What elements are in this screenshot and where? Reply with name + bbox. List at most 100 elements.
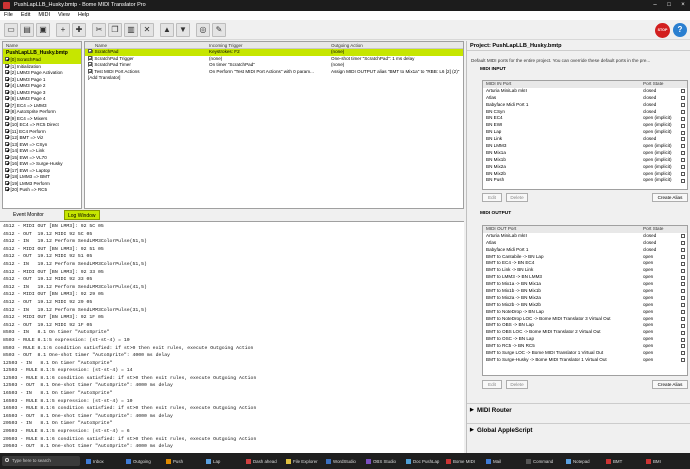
stop-button[interactable]: STOP [655, 23, 670, 38]
checkbox[interactable] [681, 268, 685, 273]
checkbox[interactable] [5, 135, 9, 140]
checkbox[interactable] [681, 358, 685, 363]
checkbox[interactable] [681, 254, 685, 259]
port-row[interactable]: BMT to Link -> BN Link open [483, 267, 687, 274]
port-row[interactable]: BMT to OSC -> BN Lap open [483, 336, 687, 343]
taskbar-search[interactable]: Type here to search [2, 456, 80, 466]
port-row[interactable]: BMT to Cantabile -> BN Lap open [483, 254, 687, 261]
output-create-alias-button[interactable]: Create Alias [652, 380, 688, 389]
port-state-header[interactable]: Port State [643, 226, 663, 233]
port-row[interactable]: BN EC4 open (implicit) [483, 115, 687, 122]
checkbox[interactable] [5, 174, 9, 179]
port-row[interactable]: BMT to RC5 -> BN RC5 open [483, 343, 687, 350]
checkbox[interactable] [681, 144, 685, 149]
help-button[interactable]: ? [673, 23, 687, 37]
checkbox[interactable] [5, 122, 9, 127]
checkbox[interactable] [5, 154, 9, 159]
port-row[interactable]: BN CSyn closed [483, 109, 687, 116]
checkbox[interactable] [5, 57, 9, 62]
checkbox[interactable] [5, 148, 9, 153]
checkbox[interactable] [5, 89, 9, 94]
checkbox[interactable] [88, 55, 92, 60]
checkbox[interactable] [681, 151, 685, 156]
taskbar-item[interactable]: Lap [206, 457, 244, 466]
translator-row[interactable]: [Add Translator] [85, 75, 463, 82]
port-state-header[interactable]: Port State [643, 81, 663, 88]
port-row[interactable]: BMT to LMM3 -> BN LMM3 open [483, 274, 687, 281]
port-row[interactable]: BMT to Mix1b -> BN Mix1b open [483, 288, 687, 295]
port-name-header[interactable]: MIDI IN Port [486, 81, 511, 88]
cut-icon[interactable]: ✂ [92, 23, 106, 37]
taskbar-item[interactable]: Inbox [86, 457, 124, 466]
checkbox[interactable] [681, 123, 685, 128]
checkbox[interactable] [5, 141, 9, 146]
checkbox[interactable] [681, 116, 685, 121]
taskbar-item[interactable]: Dash ahead [246, 457, 284, 466]
output-delete-button[interactable]: Delete [506, 380, 528, 389]
menu-file[interactable]: File [0, 11, 17, 20]
port-row[interactable]: Atlas closed [483, 240, 687, 247]
menu-edit[interactable]: Edit [17, 11, 34, 20]
taskbar-item[interactable]: BMT [606, 457, 644, 466]
input-delete-button[interactable]: Delete [506, 193, 528, 202]
tab-event-monitor[interactable]: Event Monitor [10, 210, 47, 220]
taskbar-item[interactable]: Command [526, 457, 564, 466]
menu-help[interactable]: Help [74, 11, 93, 20]
input-edit-button[interactable]: Edit [482, 193, 502, 202]
port-row[interactable]: BN EWI open (implicit) [483, 122, 687, 129]
checkbox[interactable] [681, 234, 685, 239]
checkbox[interactable] [681, 275, 685, 280]
port-row[interactable]: BMT to Mix2b -> BN Mix2b open [483, 302, 687, 309]
taskbar-item[interactable]: Doc PushLap [406, 457, 444, 466]
port-row[interactable]: BN LMM3 open (implicit) [483, 143, 687, 150]
move-up-icon[interactable]: ▲ [160, 23, 174, 37]
checkbox[interactable] [88, 68, 92, 73]
global-applescript-section[interactable]: ▶ Global AppleScript [467, 423, 690, 436]
checkbox[interactable] [88, 62, 92, 66]
checkbox[interactable] [681, 96, 685, 101]
save-icon[interactable]: ▣ [36, 23, 50, 37]
midi-router-section[interactable]: ▶ MIDI Router [467, 403, 690, 416]
menu-midi[interactable]: MIDI [34, 11, 54, 20]
midi-ports-icon[interactable]: ◎ [196, 23, 210, 37]
taskbar-item[interactable]: Notepad [566, 457, 604, 466]
checkbox[interactable] [5, 102, 9, 107]
checkbox[interactable] [681, 130, 685, 135]
checkbox[interactable] [681, 89, 685, 94]
checkbox[interactable] [5, 109, 9, 114]
log-window[interactable]: 4512 - MIDI OUT [BN LMM3]: 92 5C 05 4512 … [0, 221, 464, 453]
add-translator-icon[interactable]: ✚ [72, 23, 86, 37]
checkbox[interactable] [681, 178, 685, 183]
checkbox[interactable] [681, 158, 685, 163]
port-row[interactable]: Atlas closed [483, 95, 687, 102]
checkbox[interactable] [681, 337, 685, 342]
port-row[interactable]: BN Lap open (implicit) [483, 129, 687, 136]
port-row[interactable]: BN Mix1b open (implicit) [483, 157, 687, 164]
maximize-icon[interactable]: □ [662, 0, 676, 11]
minimize-icon[interactable]: – [648, 0, 662, 11]
checkbox[interactable] [5, 187, 9, 192]
input-create-alias-button[interactable]: Create Alias [652, 193, 688, 202]
taskbar-item[interactable]: Mail [486, 457, 524, 466]
port-row[interactable]: Arturia MiniLab mkII closed [483, 233, 687, 240]
checkbox[interactable] [681, 351, 685, 356]
tab-log-window[interactable]: Log Window [64, 210, 100, 220]
checkbox[interactable] [681, 330, 685, 335]
port-row[interactable]: Babyface Midi Port 1 closed [483, 102, 687, 109]
preset-item[interactable]: [20] Push => RC5 [3, 187, 81, 194]
checkbox[interactable] [681, 247, 685, 252]
checkbox[interactable] [5, 167, 9, 172]
taskbar-item[interactable]: OBS Studio [366, 457, 404, 466]
checkbox[interactable] [681, 171, 685, 176]
project-name[interactable]: PushLapLLB_Husky.bmtp [3, 49, 81, 57]
port-row[interactable]: BMT to OBS LOC -> Bome MIDI Translator 2… [483, 329, 687, 336]
port-row[interactable]: BN Mix1a open (implicit) [483, 150, 687, 157]
checkbox[interactable] [681, 316, 685, 321]
checkbox[interactable] [5, 70, 9, 75]
close-icon[interactable]: × [676, 0, 690, 11]
checkbox[interactable] [681, 282, 685, 287]
delete-icon[interactable]: ✕ [140, 23, 154, 37]
checkbox[interactable] [681, 164, 685, 169]
port-row[interactable]: BMT to OBS -> BN Lap open [483, 322, 687, 329]
port-row[interactable]: Babyface Midi Port 1 closed [483, 247, 687, 254]
